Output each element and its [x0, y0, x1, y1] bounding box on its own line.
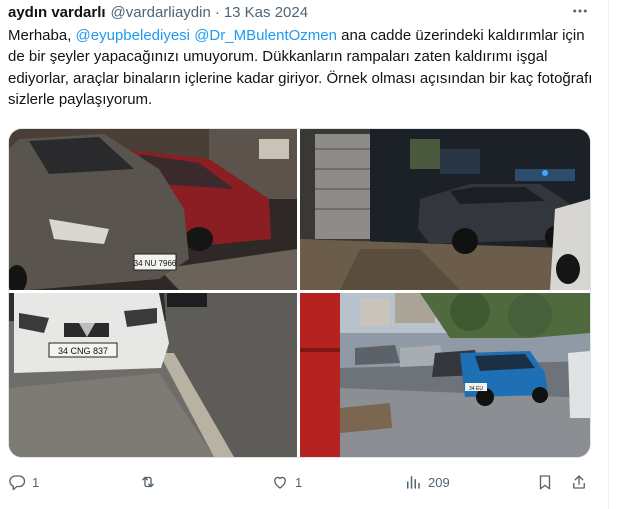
reply-count: 1: [32, 474, 40, 490]
more-icon[interactable]: [569, 2, 591, 20]
photo-2[interactable]: [300, 129, 590, 290]
mention-eyupbelediyesi[interactable]: @eyupbelediyesi: [76, 27, 190, 44]
author-handle[interactable]: @vardarliaydin: [111, 4, 211, 21]
tweet-date[interactable]: 13 Kas 2024: [224, 4, 308, 21]
reply-icon: [8, 473, 26, 491]
tweet-text: Merhaba, @eyupbelediyesi @Dr_MBulentOzme…: [8, 25, 598, 110]
views-icon: [404, 473, 422, 491]
share-icon: [570, 473, 588, 491]
photo-1-plate-text: 34 NU 7966: [134, 259, 177, 268]
photo-3-plate-text: 34 CNG 837: [58, 346, 108, 356]
bookmark-button[interactable]: [536, 472, 554, 492]
like-icon: [271, 473, 289, 491]
mention-dr-mbulentozmen[interactable]: @Dr_MBulentOzmen: [194, 27, 337, 44]
tweet-text-intro: Merhaba,: [8, 27, 76, 44]
share-button[interactable]: [570, 472, 588, 492]
tweet-card[interactable]: aydın vardarlı @vardarliaydin · 13 Kas 2…: [0, 0, 609, 509]
retweet-button[interactable]: [139, 472, 163, 492]
bookmark-icon: [536, 473, 554, 491]
photo-4-plate-text: 34 EU: [469, 386, 483, 392]
photo-4[interactable]: 34 EU: [300, 293, 590, 457]
reply-button[interactable]: 1: [8, 472, 39, 492]
photo-1[interactable]: 34 NU 7966: [9, 129, 297, 290]
view-count: 209: [428, 474, 450, 490]
retweet-icon: [139, 473, 157, 491]
views-button[interactable]: 209: [404, 472, 450, 492]
photo-3[interactable]: 34 CNG 837: [9, 293, 297, 457]
tweet-header: aydın vardarlı @vardarliaydin · 13 Kas 2…: [8, 2, 308, 22]
author-name[interactable]: aydın vardarlı: [8, 4, 106, 21]
media-grid: 34 NU 7966 34 CNG 837 34 EU: [8, 128, 591, 458]
like-button[interactable]: 1: [271, 472, 302, 492]
header-separator: ·: [214, 3, 220, 21]
like-count: 1: [295, 474, 303, 490]
action-bar: 1 1 209: [8, 472, 593, 492]
